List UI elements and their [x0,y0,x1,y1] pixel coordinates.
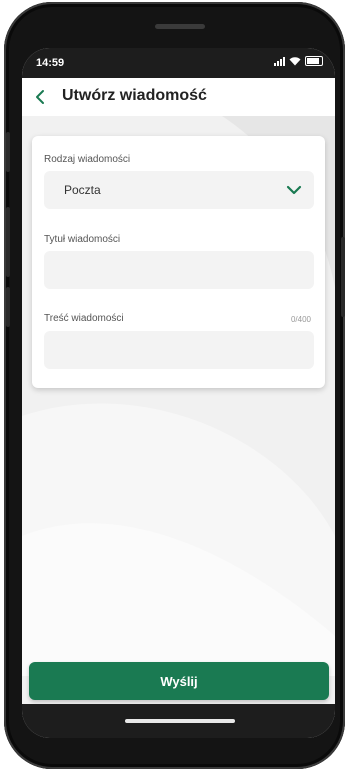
status-time: 14:59 [36,57,65,69]
chevron-down-icon [286,185,302,195]
status-icons [274,56,323,66]
status-bar: 14:59 [22,48,335,78]
body-label: Treść wiadomości [44,313,124,324]
phone-volume-down-button [6,287,10,327]
phone-frame: 14:59 Utwórz wiadomość Rodzaj wiadomości… [4,2,345,769]
subject-input[interactable] [44,251,314,289]
wifi-icon [289,57,301,66]
phone-volume-up-button [6,207,10,277]
message-form-card: Rodzaj wiadomości Poczta Tytuł wiadomośc… [32,136,325,388]
phone-speaker [155,24,205,29]
back-chevron-icon[interactable] [32,88,50,106]
body-input[interactable] [44,331,314,369]
signal-icon [274,56,285,66]
header: Utwórz wiadomość [22,78,335,116]
system-nav-bar [22,704,335,738]
message-type-label: Rodzaj wiadomości [44,154,131,165]
message-type-value: Poczta [64,183,101,197]
screen: 14:59 Utwórz wiadomość Rodzaj wiadomości… [22,48,335,738]
send-button[interactable]: Wyślij [29,662,329,700]
home-indicator[interactable] [125,719,235,723]
battery-icon [305,56,323,66]
message-type-select[interactable]: Poczta [44,171,314,209]
phone-power-button [341,237,345,317]
phone-side-button [6,132,10,172]
send-button-label: Wyślij [160,673,198,689]
subject-label: Tytuł wiadomości [44,234,121,245]
page-title: Utwórz wiadomość [62,87,207,104]
character-counter: 0/400 [290,315,311,324]
